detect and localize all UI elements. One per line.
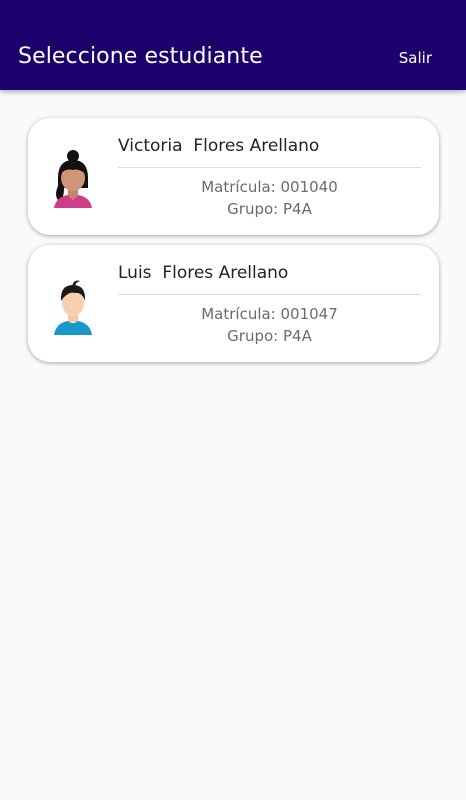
female-student-avatar-icon bbox=[54, 150, 92, 208]
student-list: Victoria Flores Arellano Matrícula: 0010… bbox=[28, 118, 439, 372]
student-grupo: Grupo: P4A bbox=[227, 200, 312, 218]
male-student-avatar-icon bbox=[54, 280, 92, 335]
student-name: Luis Flores Arellano bbox=[118, 263, 289, 283]
student-name: Victoria Flores Arellano bbox=[118, 136, 320, 156]
student-grupo: Grupo: P4A bbox=[227, 327, 312, 345]
page-title: Seleccione estudiante bbox=[18, 44, 263, 69]
student-card[interactable]: Victoria Flores Arellano Matrícula: 0010… bbox=[28, 118, 439, 235]
student-card[interactable]: Luis Flores Arellano Matrícula: 001047 G… bbox=[28, 245, 439, 362]
student-matricula: Matrícula: 001040 bbox=[201, 178, 338, 196]
student-matricula: Matrícula: 001047 bbox=[201, 305, 338, 323]
divider bbox=[118, 294, 421, 295]
divider bbox=[118, 167, 421, 168]
logout-button[interactable]: Salir bbox=[399, 49, 432, 67]
app-bar: Seleccione estudiante Salir bbox=[0, 0, 466, 90]
